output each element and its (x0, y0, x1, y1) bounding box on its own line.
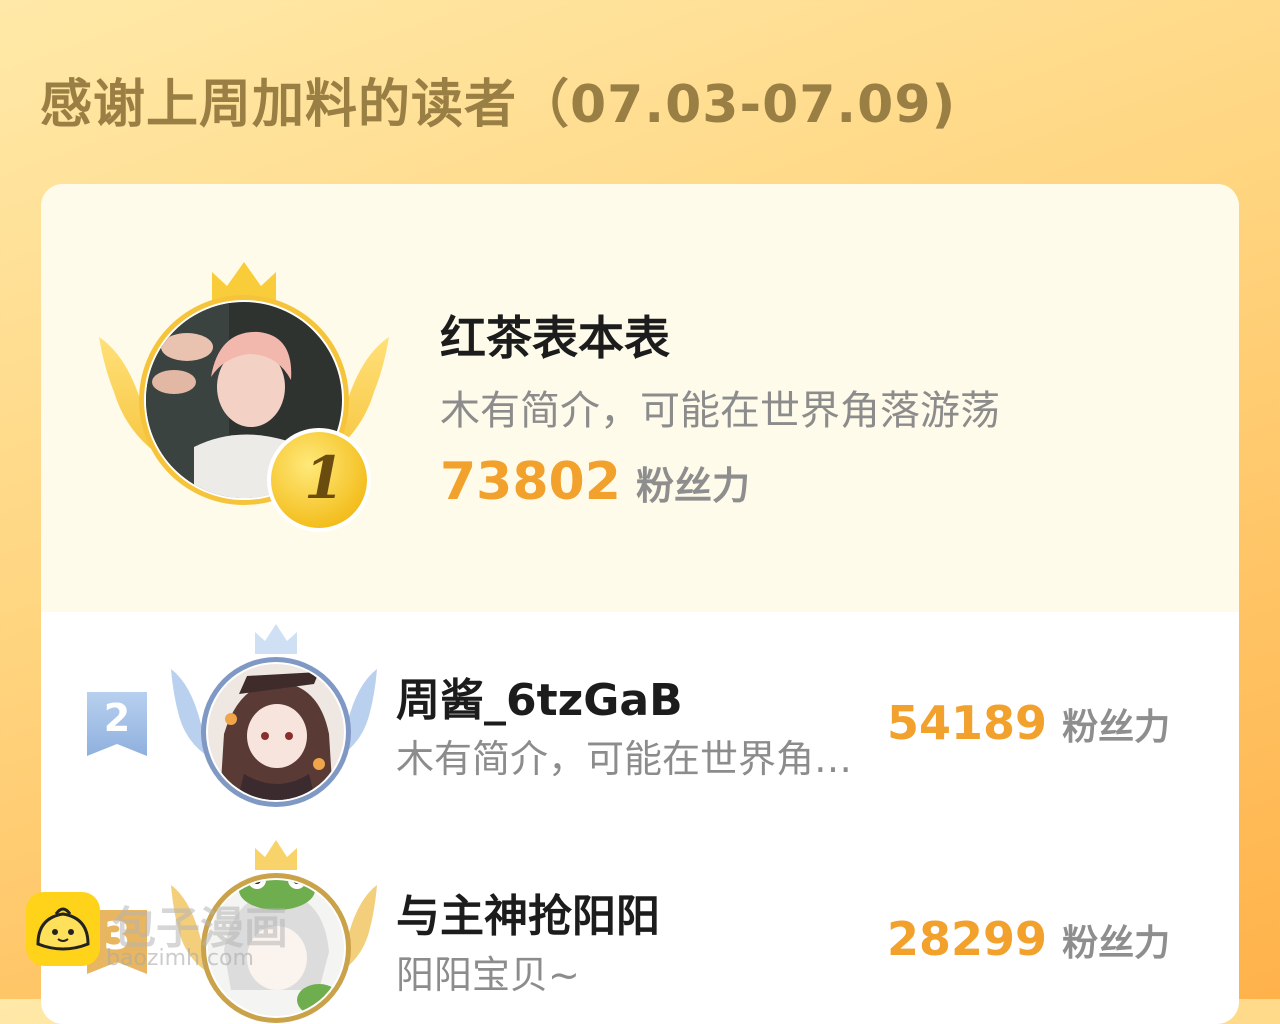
fan-power-value: 28299 (887, 912, 1048, 966)
first-place-bio: 木有简介，可能在世界角落游荡 (440, 388, 1000, 434)
list-item[interactable]: 2 周酱_6tzGaB 木有简介，可能在世界角… 54189 粉丝力 (41, 624, 1239, 814)
first-place-avatar-group[interactable]: 1 (99, 262, 389, 532)
watermark: 包子漫画 baozimh.com (26, 890, 326, 999)
reader-name[interactable]: 周酱_6tzGaB (396, 664, 683, 728)
fan-power-value: 73802 (440, 452, 621, 512)
fan-power-unit: 粉丝力 (1062, 707, 1171, 748)
reader-bio: 阳阳宝贝~ (396, 953, 580, 997)
reader-score: 28299 粉丝力 (887, 912, 1170, 966)
reader-bio: 木有简介，可能在世界角… (396, 737, 853, 781)
first-place-score: 73802 粉丝力 (440, 452, 750, 512)
fan-power-unit: 粉丝力 (1062, 923, 1171, 964)
gold-wings-crown-icon (99, 262, 389, 532)
rank-medal-number: 1 (304, 444, 345, 512)
reader-score: 54189 粉丝力 (887, 696, 1170, 750)
fan-power-unit: 粉丝力 (636, 464, 751, 508)
reader-name[interactable]: 与主神抢阳阳 (396, 880, 660, 944)
first-place-name[interactable]: 红茶表本表 (440, 302, 670, 368)
avatar-photo (208, 664, 344, 800)
bun-logo-icon (26, 892, 100, 966)
page-title: 感谢上周加料的读者（07.03-07.09) (40, 75, 957, 135)
fan-power-value: 54189 (887, 696, 1048, 750)
silver-wings-crown-icon (171, 624, 377, 807)
rank-number: 2 (103, 696, 131, 740)
watermark-url: baozimh.com (106, 946, 254, 971)
